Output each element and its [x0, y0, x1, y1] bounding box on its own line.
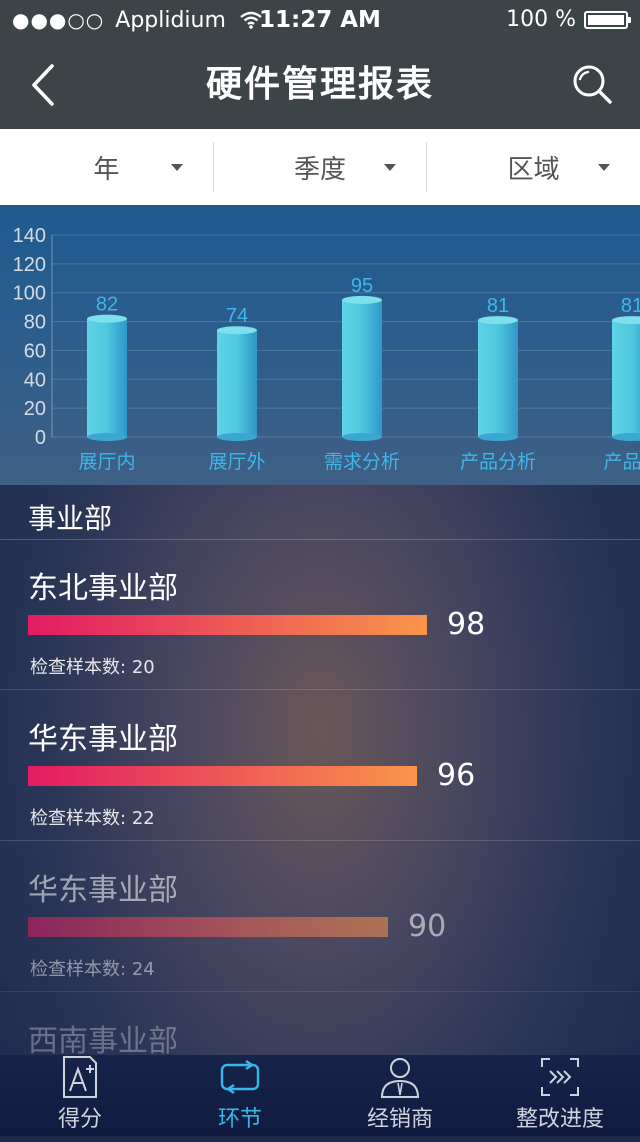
x-tick-label: 展厅外: [208, 451, 265, 473]
bar-cap: [217, 326, 257, 335]
bar[interactable]: [87, 318, 127, 437]
tab-cycle-label: 环节: [217, 1107, 262, 1132]
y-tick-label: 0: [35, 427, 46, 449]
y-tick-label: 40: [24, 369, 46, 391]
tab-dealer[interactable]: 经销商: [320, 1055, 480, 1136]
sample-count-label: 检查样本数:: [30, 657, 127, 678]
filter-quarter-label: 季度: [294, 154, 347, 185]
department-name: 东北事业部: [28, 571, 178, 606]
dealer-icon: [380, 1058, 420, 1098]
bar-value-label: 74: [226, 305, 248, 327]
caret-down-icon: [384, 164, 397, 171]
department-name: 华东事业部: [28, 722, 178, 757]
cycle-icon: [220, 1060, 260, 1094]
report-content: 0 20 40 60 80 100 120 140 82 展厅内 74 展厅外 95 需求分析 81 产品分析…: [0, 205, 640, 1059]
sample-count: 检查样本数: 24: [30, 955, 155, 981]
sample-count-label: 检查样本数:: [30, 808, 127, 829]
bar[interactable]: [612, 320, 640, 437]
x-tick-label: 展厅内: [78, 451, 135, 473]
filter-year-label: 年: [93, 154, 120, 185]
bar-chart-svg: 0 20 40 60 80 100 120 140 82 展厅内 74 展厅外 95 需求分析 81 产品分析…: [13, 225, 640, 473]
bar-value-label: 95: [351, 275, 373, 297]
filter-quarter[interactable]: 季度: [212, 142, 427, 192]
score-bar: [28, 766, 417, 786]
filter-year[interactable]: 年: [0, 142, 213, 192]
filter-region-label: 区域: [507, 154, 560, 185]
sample-count-value: 24: [131, 959, 155, 980]
department-row[interactable]: 华东事业部 96 检查样本数: 22: [0, 690, 640, 841]
sample-count-value: 22: [131, 808, 155, 829]
department-row[interactable]: 东北事业部 98 检查样本数: 20: [0, 539, 640, 690]
page-title: 硬件管理报表: [205, 64, 434, 105]
sample-count-value: 20: [131, 657, 155, 678]
y-tick-label: 140: [13, 225, 46, 247]
bar[interactable]: [478, 320, 518, 437]
caret-down-icon: [170, 164, 183, 171]
bar-cap: [478, 316, 518, 325]
battery-icon: [584, 11, 631, 29]
filter-bar: 年 季度 区域: [0, 129, 640, 206]
tab-score[interactable]: 得分: [0, 1055, 160, 1136]
score-value: 98: [447, 607, 486, 642]
sample-count: 检查样本数: 20: [30, 653, 155, 679]
tab-bar: 得分 环节 经销商 整改进度: [0, 1055, 640, 1136]
y-tick-label: 120: [13, 254, 46, 276]
section-title: 事业部: [28, 502, 113, 535]
tab-cycle[interactable]: 环节: [160, 1055, 320, 1136]
section-header: 事业部: [0, 487, 640, 540]
bar-value-label: 81: [621, 295, 640, 317]
search-button[interactable]: [570, 62, 614, 106]
tab-dealer-label: 经销商: [366, 1107, 433, 1132]
tab-progress-label: 整改进度: [515, 1107, 604, 1132]
score-value: 90: [408, 909, 447, 944]
status-bar: ●●●○○ Applidium 11:27 AM 100 %: [0, 0, 640, 40]
y-tick-label: 100: [13, 283, 46, 305]
bar-chart: 0 20 40 60 80 100 120 140 82 展厅内 74 展厅外 95 需求分析 81 产品分析…: [0, 205, 640, 485]
y-tick-label: 80: [24, 312, 46, 334]
bar-value-label: 81: [487, 295, 509, 317]
bar-base: [87, 433, 127, 441]
y-tick-label: 60: [24, 340, 46, 362]
department-name: 西南事业部: [28, 1024, 178, 1059]
bar-cap: [342, 295, 382, 304]
bar-cap: [87, 314, 127, 323]
department-name: 华东事业部: [28, 873, 178, 908]
score-icon: [63, 1056, 97, 1098]
bar-base: [342, 433, 382, 441]
bar[interactable]: [342, 299, 382, 437]
bar[interactable]: [217, 330, 257, 437]
tab-progress[interactable]: 整改进度: [480, 1055, 640, 1136]
top-bar: ●●●○○ Applidium 11:27 AM 100 % 硬件管理报表: [0, 0, 640, 129]
sample-count: 检查样本数: 22: [30, 804, 155, 830]
x-tick-label: 产品分: [603, 451, 640, 473]
sample-count-label: 检查样本数:: [30, 959, 127, 980]
bar-base: [217, 433, 257, 441]
department-row[interactable]: 华东事业部 90 检查样本数: 24: [0, 841, 640, 992]
caret-down-icon: [598, 164, 611, 171]
tab-score-label: 得分: [57, 1107, 102, 1132]
score-bar: [28, 917, 388, 937]
score-bar: [28, 615, 427, 635]
battery-percent: 100 %: [506, 7, 576, 32]
bar-value-label: 82: [96, 294, 118, 316]
search-icon: [573, 65, 612, 104]
bar-base: [478, 433, 518, 441]
x-tick-label: 产品分析: [460, 451, 536, 473]
progress-icon: [541, 1058, 579, 1096]
x-tick-label: 需求分析: [324, 451, 400, 473]
score-value: 96: [437, 758, 476, 793]
filter-region[interactable]: 区域: [426, 142, 640, 192]
y-tick-label: 20: [24, 398, 46, 420]
